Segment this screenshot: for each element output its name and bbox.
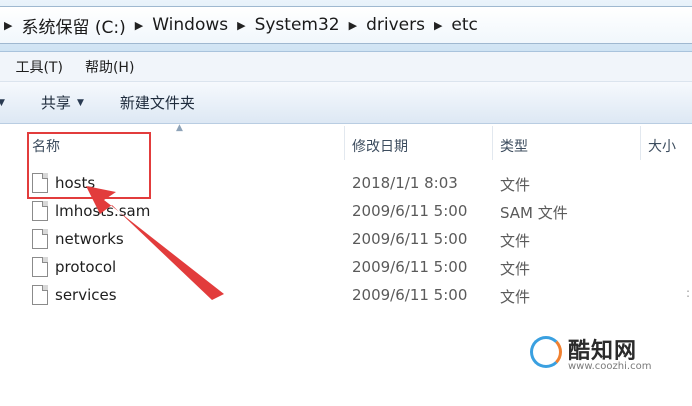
file-row[interactable]: networks 2009/6/11 5:00 文件 [0,226,692,254]
menu-item-help[interactable]: 帮助(H) [85,57,134,77]
file-icon [32,229,48,249]
breadcrumb-drivers[interactable]: drivers [366,15,425,35]
chevron-right-icon[interactable]: ▶ [237,19,245,32]
new-folder-button[interactable]: 新建文件夹 [120,92,195,113]
file-name: protocol [55,258,117,276]
file-type: 文件 [500,260,531,278]
chevron-right-icon[interactable]: ▶ [349,19,357,32]
chevron-right-icon[interactable]: ▶ [4,19,12,32]
file-modified: 2018/1/1 8:03 [352,174,458,192]
address-bar: ▶ 系统保留 (C:) ▶ Windows ▶ System32 ▶ drive… [0,0,692,52]
file-name: services [55,286,117,304]
file-modified: 2009/6/11 5:00 [352,258,468,276]
file-modified: 2009/6/11 5:00 [352,286,468,304]
breadcrumb-etc[interactable]: etc [451,15,477,35]
file-row[interactable]: services 2009/6/11 5:00 文件 [0,282,692,310]
file-icon [32,201,48,221]
menu-bar: ) 工具(T) 帮助(H) [0,52,692,82]
column-divider[interactable] [344,126,345,160]
column-divider[interactable] [492,126,493,160]
file-row[interactable]: lmhosts.sam 2009/6/11 5:00 SAM 文件 [0,198,692,226]
file-modified: 2009/6/11 5:00 [352,230,468,248]
share-button[interactable]: 共享 ▼ [41,92,84,113]
file-type: 文件 [500,176,531,194]
new-folder-button-label: 新建文件夹 [119,94,195,112]
file-name: lmhosts.sam [55,202,151,220]
file-name: networks [55,230,124,248]
chevron-right-icon[interactable]: ▶ [135,19,143,32]
breadcrumb-windows[interactable]: Windows [152,15,228,35]
chevron-right-icon[interactable]: ▶ [434,19,442,32]
menu-item-tools[interactable]: 工具(T) [15,57,62,77]
file-type: SAM 文件 [500,204,568,222]
dropdown-arrow-icon: ▼ [76,97,84,108]
share-button-label: 共享 [40,94,71,112]
file-modified: 2009/6/11 5:00 [352,202,468,220]
scrollbar-edge[interactable]: : [686,286,690,300]
command-toolbar: ▼ 共享 ▼ 新建文件夹 [0,82,692,124]
dropdown-arrow-icon[interactable]: ▼ [0,98,5,108]
column-header-size[interactable]: 大小 [648,136,676,156]
file-type: 文件 [500,232,531,250]
file-icon [32,257,48,277]
breadcrumb-drive[interactable]: 系统保留 (C:) [21,13,125,38]
column-divider[interactable] [640,126,641,160]
breadcrumb-system32[interactable]: System32 [255,15,340,35]
watermark-logo-icon [530,336,562,368]
watermark-url: www.coozhi.com [568,361,652,372]
watermark: 酷知网 www.coozhi.com [530,333,692,383]
column-header-type[interactable]: 类型 [500,136,528,156]
sort-arrow-icon: ▲ [176,123,183,133]
breadcrumb[interactable]: ▶ 系统保留 (C:) ▶ Windows ▶ System32 ▶ drive… [0,6,692,44]
file-type: 文件 [500,288,531,306]
annotation-highlight-box [27,132,151,199]
file-row[interactable]: protocol 2009/6/11 5:00 文件 [0,254,692,282]
column-header-modified[interactable]: 修改日期 [352,136,408,156]
file-icon [32,285,48,305]
